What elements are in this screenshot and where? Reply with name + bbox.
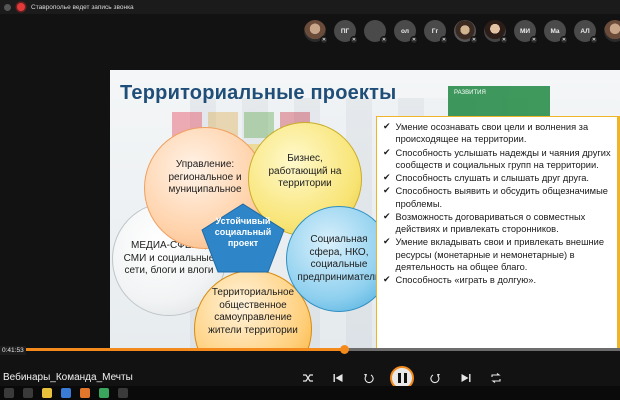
list-item: ✔ Способность «играть в долгую». bbox=[383, 274, 616, 286]
participant-initials: АЛ bbox=[580, 27, 590, 35]
app-icon-2[interactable] bbox=[118, 388, 128, 398]
progress-bar[interactable] bbox=[0, 345, 620, 354]
participant-avatar[interactable]: Гг ✕ bbox=[424, 20, 448, 44]
presentation-slide: РАЗВИТИЯ Территориальные проекты МЕДИА-С… bbox=[110, 70, 620, 350]
checkmark-icon: ✔ bbox=[383, 185, 391, 196]
list-item: ✔ Возможность договариваться о совместных… bbox=[383, 211, 616, 236]
forward-button[interactable] bbox=[428, 370, 444, 386]
participant-initials: Ма bbox=[550, 27, 560, 35]
participant-initials: ПГ bbox=[340, 27, 350, 35]
circle-management-label: Управление: региональное и муниципальное bbox=[168, 159, 242, 196]
participant-avatar[interactable]: ✕ bbox=[484, 20, 508, 44]
center-label: Устойчивый социальный проект bbox=[214, 216, 272, 248]
rewind-icon bbox=[364, 374, 374, 383]
mic-muted-icon: ✕ bbox=[530, 36, 538, 44]
mic-muted-icon: ✕ bbox=[440, 36, 448, 44]
circle-business-label: Бизнес, работающий на территории bbox=[268, 153, 342, 190]
mic-muted-icon: ✕ bbox=[470, 36, 478, 44]
mic-muted-icon: ✕ bbox=[320, 36, 328, 44]
shuffle-button[interactable] bbox=[300, 370, 316, 386]
participant-avatar[interactable]: МИ ✕ bbox=[514, 20, 538, 44]
skip-forward-icon bbox=[461, 374, 471, 382]
checkmark-icon: ✔ bbox=[383, 146, 391, 157]
list-item-text: Способность слушать и слышать друг друга… bbox=[395, 173, 590, 184]
pause-icon bbox=[397, 373, 407, 383]
list-item: ✔ Умение осознавать свои цели и волнения … bbox=[383, 121, 616, 146]
mic-muted-icon: ✕ bbox=[500, 36, 508, 44]
mic-muted-icon: ✕ bbox=[380, 36, 388, 44]
window-icon[interactable] bbox=[4, 3, 11, 11]
app-icon[interactable] bbox=[99, 388, 109, 398]
fast-forward-icon bbox=[430, 374, 440, 383]
repeat-button[interactable] bbox=[488, 370, 504, 386]
participants-strip: ✕ПГ✕✕ол✕Гг✕✕✕МИ✕Ма✕АЛ✕✕ bbox=[304, 20, 620, 44]
current-time: 0:41:53 bbox=[0, 346, 26, 355]
participant-avatar[interactable]: ПГ ✕ bbox=[334, 20, 358, 44]
circle-territorial-label: Территориальное общественное самоуправле… bbox=[208, 287, 298, 336]
list-item-text: Возможность договариваться о совместных … bbox=[395, 211, 586, 235]
mic-muted-icon: ✕ bbox=[410, 36, 418, 44]
checkmark-icon: ✔ bbox=[383, 121, 391, 131]
progress-fill bbox=[0, 348, 345, 351]
participant-initials: ол bbox=[401, 27, 409, 35]
checkmark-icon: ✔ bbox=[383, 172, 391, 183]
participant-avatar[interactable]: ✕ bbox=[364, 20, 388, 44]
list-item: ✔ Способность слушать и слышать друг друг… bbox=[383, 172, 616, 184]
sdg-badge: РАЗВИТИЯ bbox=[448, 86, 550, 116]
repeat-icon bbox=[491, 373, 501, 383]
mic-muted-icon: ✕ bbox=[590, 36, 598, 44]
search-icon[interactable] bbox=[23, 388, 33, 398]
record-icon bbox=[17, 3, 25, 11]
screen: Ставрополье ведет запись звонка ✕ ПГ ✕ ✕ ол ✕… bbox=[0, 0, 620, 400]
next-button[interactable] bbox=[458, 370, 474, 386]
participant-avatar[interactable]: ол ✕ bbox=[394, 20, 418, 44]
list-item-text: Умение вкладывать свои и привлекать внеш… bbox=[395, 237, 605, 272]
start-icon[interactable] bbox=[4, 388, 14, 398]
list-item-text: Способность услышать надежды и чаяния др… bbox=[395, 147, 611, 170]
recording-text: Ставрополье ведет запись звонка bbox=[31, 3, 134, 11]
browser-icon[interactable] bbox=[61, 388, 71, 398]
taskbar bbox=[0, 386, 620, 400]
checkmark-icon: ✔ bbox=[383, 236, 391, 247]
list-item: ✔ Умение вкладывать свои и привлекать вне… bbox=[383, 236, 616, 273]
participant-avatar[interactable]: ✕ bbox=[304, 20, 328, 44]
participant-initials: МИ bbox=[519, 27, 531, 35]
media-player-icon[interactable] bbox=[80, 388, 90, 398]
checkmark-icon: ✔ bbox=[383, 210, 391, 221]
checkmark-icon: ✔ bbox=[383, 274, 391, 285]
skip-back-icon bbox=[333, 374, 343, 382]
previous-button[interactable] bbox=[330, 370, 346, 386]
recording-bar: Ставрополье ведет запись звонка bbox=[0, 0, 620, 14]
participant-avatar[interactable]: АЛ ✕ bbox=[574, 20, 598, 44]
list-item: ✔ Способность выявить и обсудить общезнач… bbox=[383, 185, 616, 210]
slide-title: Территориальные проекты bbox=[120, 82, 397, 104]
list-item-text: Умение осознавать свои цели и волнения з… bbox=[395, 122, 589, 145]
rewind-button[interactable] bbox=[360, 370, 376, 386]
mic-muted-icon: ✕ bbox=[350, 36, 358, 44]
list-item-text: Способность «играть в долгую». bbox=[395, 275, 537, 286]
list-item-text: Способность выявить и обсудить общезначи… bbox=[395, 186, 608, 209]
video-title: Вебинары_Команда_Мечты bbox=[3, 372, 133, 383]
participant-avatar[interactable]: ✕ bbox=[604, 20, 620, 42]
mic-muted-icon: ✕ bbox=[560, 36, 568, 44]
sdg-badge-text: РАЗВИТИЯ bbox=[454, 90, 486, 96]
shuffle-icon bbox=[303, 374, 313, 382]
circle-social-label: Социальная сфера, НКО, социальные предпр… bbox=[297, 234, 381, 283]
participant-avatar[interactable]: ✕ bbox=[454, 20, 478, 44]
skills-list: ✔ Умение осознавать свои цели и волнения … bbox=[376, 116, 620, 350]
list-item: ✔ Способность услышать надежды и чаяния д… bbox=[383, 147, 616, 172]
folder-icon[interactable] bbox=[42, 388, 52, 398]
participant-initials: Гг bbox=[431, 27, 439, 35]
progress-thumb[interactable] bbox=[339, 345, 349, 354]
participant-avatar[interactable]: Ма ✕ bbox=[544, 20, 568, 44]
